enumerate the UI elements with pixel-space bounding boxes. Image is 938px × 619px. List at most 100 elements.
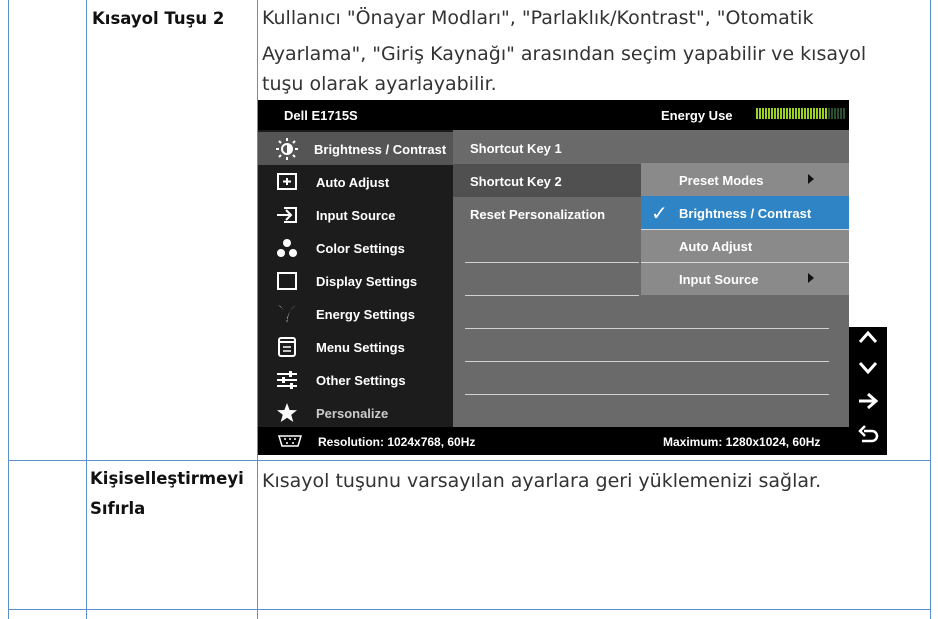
menu-item-auto-adjust[interactable]: Auto Adjust xyxy=(258,165,453,198)
energy-meter-segment xyxy=(765,108,767,119)
energy-meter-segment xyxy=(822,108,824,119)
table-border-bottom xyxy=(8,609,931,610)
option-preset-modes[interactable]: Preset Modes xyxy=(641,163,849,196)
energy-meter-segment xyxy=(786,108,788,119)
option-label: Brightness / Contrast xyxy=(679,206,812,221)
right-arrow-icon[interactable] xyxy=(856,389,880,413)
option-input-source[interactable]: Input Source xyxy=(641,262,849,295)
menu-item-color-settings[interactable]: Color Settings xyxy=(258,231,453,264)
menu-item-label: Color Settings xyxy=(316,241,405,256)
main-menu: Brightness / Contrast Auto Adjust Input … xyxy=(258,130,453,427)
monitor-model: Dell E1715S xyxy=(284,108,358,123)
energy-meter-segment xyxy=(804,108,806,119)
energy-meter-segment xyxy=(762,108,764,119)
menu-item-menu-settings[interactable]: Menu Settings xyxy=(258,330,453,363)
menu-item-label: Display Settings xyxy=(316,274,418,289)
energy-meter-segment xyxy=(801,108,803,119)
energy-meter-segment xyxy=(813,108,815,119)
maximum-resolution-text: Maximum: 1280x1024, 60Hz xyxy=(663,435,821,449)
chevron-right-icon xyxy=(808,273,814,283)
menu-item-label: Input Source xyxy=(316,208,396,223)
down-icon[interactable] xyxy=(856,355,880,379)
table-border-right xyxy=(930,0,931,619)
menu-settings-icon xyxy=(278,337,296,357)
submenu-divider xyxy=(465,262,639,263)
table-border-left xyxy=(8,0,9,619)
chevron-right-icon xyxy=(808,174,814,184)
submenu-item-shortcut-key-2[interactable]: Shortcut Key 2 xyxy=(453,164,641,197)
vga-connector-icon xyxy=(277,435,303,447)
menu-item-label: Menu Settings xyxy=(316,340,405,355)
display-settings-icon xyxy=(277,272,297,290)
energy-meter-segment xyxy=(759,108,761,119)
submenu-item-label: Shortcut Key 2 xyxy=(470,174,562,189)
menu-item-energy-settings[interactable]: Energy Settings xyxy=(258,297,453,330)
menu-item-display-settings[interactable]: Display Settings xyxy=(258,264,453,297)
submenu-divider xyxy=(465,295,639,296)
energy-meter-segment xyxy=(807,108,809,119)
energy-meter-segment xyxy=(843,108,845,119)
menu-item-label: Brightness / Contrast xyxy=(314,142,447,157)
energy-meter-segment xyxy=(792,108,794,119)
row-2-label-line-2: Sıfırla xyxy=(90,499,146,518)
energy-meter-segment xyxy=(771,108,773,119)
submenu-divider xyxy=(465,328,829,329)
osd-navigation-buttons xyxy=(849,327,887,455)
star-icon xyxy=(277,403,297,422)
energy-meter-segment xyxy=(783,108,785,119)
energy-meter-segment xyxy=(837,108,839,119)
osd-menu: Dell E1715S Energy Use Brightness / Cont… xyxy=(258,100,849,455)
energy-meter-segment xyxy=(825,108,827,119)
menu-item-label: Personalize xyxy=(316,406,389,421)
energy-meter-segment xyxy=(828,108,830,119)
color-settings-icon xyxy=(277,239,297,257)
option-brightness-contrast[interactable]: ✓ Brightness / Contrast xyxy=(641,196,849,229)
resolution-text: Resolution: 1024x768, 60Hz xyxy=(318,435,476,449)
table-row-divider xyxy=(8,460,931,461)
energy-meter-segment xyxy=(777,108,779,119)
energy-meter-segment xyxy=(789,108,791,119)
row-2-label-line-1: Kişiselleştirmeyi xyxy=(90,469,244,488)
menu-item-label: Other Settings xyxy=(316,373,406,388)
energy-meter-segment xyxy=(795,108,797,119)
row-1-description-line-3: tuşu olarak ayarlayabilir. xyxy=(262,73,497,95)
submenu-divider xyxy=(465,394,829,395)
submenu-item-label: Reset Personalization xyxy=(470,207,606,222)
energy-settings-icon xyxy=(278,305,296,323)
energy-meter-segment xyxy=(831,108,833,119)
submenu-item-shortcut-key-1[interactable]: Shortcut Key 1 xyxy=(453,131,641,164)
energy-meter-segment xyxy=(819,108,821,119)
up-icon[interactable] xyxy=(856,325,880,349)
option-label: Auto Adjust xyxy=(679,239,753,254)
submenu-item-reset-personalization[interactable]: Reset Personalization xyxy=(453,197,641,230)
menu-item-input-source[interactable]: Input Source xyxy=(258,198,453,231)
table-column-divider-1 xyxy=(86,0,87,619)
menu-item-label: Energy Settings xyxy=(316,307,415,322)
input-source-icon xyxy=(277,207,297,223)
option-label: Preset Modes xyxy=(679,173,764,188)
row-1-description-line-2: Ayarlama", "Giriş Kaynağı" arasından seç… xyxy=(262,43,867,65)
checkmark-icon: ✓ xyxy=(651,203,668,225)
submenu-item-label: Shortcut Key 1 xyxy=(470,141,562,156)
personalize-submenu: Shortcut Key 1 Shortcut Key 2 Reset Pers… xyxy=(453,130,849,427)
other-settings-icon xyxy=(277,371,297,389)
energy-meter-segment xyxy=(768,108,770,119)
osd-header: Dell E1715S Energy Use xyxy=(258,100,849,130)
menu-item-personalize[interactable]: Personalize xyxy=(258,396,453,429)
menu-item-label: Auto Adjust xyxy=(316,175,390,190)
menu-item-other-settings[interactable]: Other Settings xyxy=(258,363,453,396)
option-label: Input Source xyxy=(679,272,759,287)
energy-meter-segment xyxy=(840,108,842,119)
option-auto-adjust[interactable]: Auto Adjust xyxy=(641,229,849,262)
energy-meter-segment xyxy=(774,108,776,119)
energy-meter-segment xyxy=(834,108,836,119)
energy-meter-segment xyxy=(780,108,782,119)
auto-adjust-icon xyxy=(277,173,297,190)
energy-use-label: Energy Use xyxy=(661,108,733,123)
shortcut-options: Preset Modes ✓ Brightness / Contrast Aut… xyxy=(641,163,849,295)
energy-meter-segment xyxy=(798,108,800,119)
menu-item-brightness-contrast[interactable]: Brightness / Contrast xyxy=(258,132,453,165)
energy-meter-segment xyxy=(756,108,758,119)
back-icon[interactable] xyxy=(856,423,880,447)
row-1-label: Kısayol Tuşu 2 xyxy=(92,9,225,28)
